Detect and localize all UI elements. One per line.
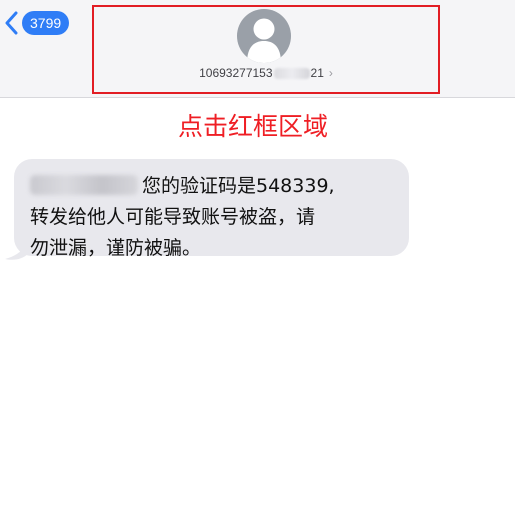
message-bubble-tail [5, 241, 29, 261]
conversation-header: 3799 10693277153 21 › [0, 0, 515, 98]
chevron-left-icon [5, 11, 19, 35]
contact-phone-row[interactable]: 10693277153 21 › [94, 66, 438, 80]
contact-info-button[interactable]: 10693277153 21 › [92, 5, 440, 94]
message-bubble[interactable]: 您的验证码是548339, 转发给他人可能导致账号被盗，请 勿泄漏，谨防被骗。 [14, 159, 409, 259]
message-text-line-2: 转发给他人可能导致账号被盗，请 [30, 206, 316, 228]
back-button[interactable]: 3799 [5, 8, 70, 38]
sms-screen: 3799 10693277153 21 › 点击红框区域 您的验证码是54833… [0, 0, 515, 515]
message-text-line-3: 勿泄漏，谨防被骗。 [30, 237, 202, 259]
blurred-phone-segment [273, 67, 310, 79]
blurred-sender-name [30, 175, 138, 195]
chevron-right-icon: › [328, 66, 333, 80]
person-silhouette-icon[interactable] [237, 9, 291, 63]
contact-phone-suffix: 21 [310, 66, 324, 80]
instruction-annotation: 点击红框区域 [178, 112, 329, 141]
message-text-line-1: 您的验证码是548339, [142, 175, 335, 197]
contact-phone-prefix: 10693277153 [199, 66, 273, 80]
unread-count-badge[interactable]: 3799 [22, 11, 70, 35]
message-line-1: 您的验证码是548339, [30, 171, 393, 202]
